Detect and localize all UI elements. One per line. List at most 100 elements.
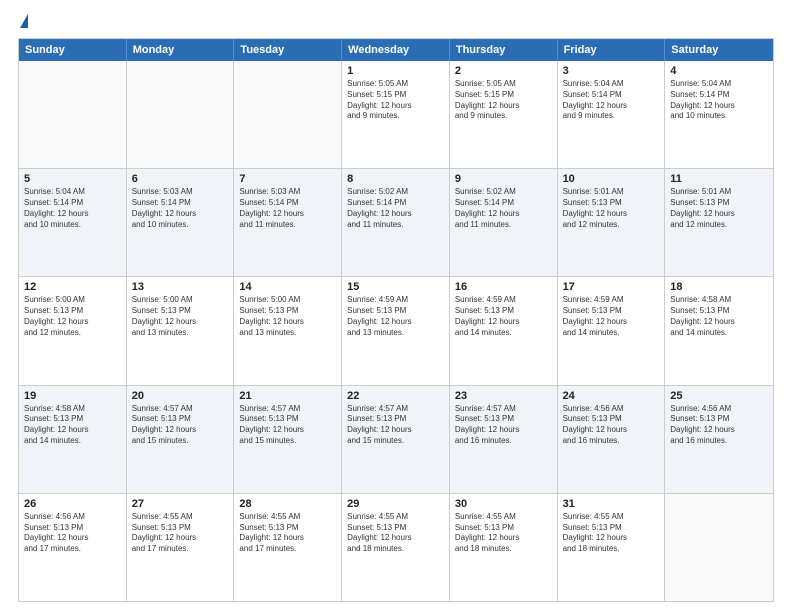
- cell-text: Sunrise: 4:55 AMSunset: 5:13 PMDaylight:…: [132, 512, 229, 555]
- day-number: 30: [455, 498, 552, 510]
- logo-triangle-icon: [20, 14, 28, 28]
- page: SundayMondayTuesdayWednesdayThursdayFrid…: [0, 0, 792, 612]
- calendar-header-cell: Thursday: [450, 39, 558, 61]
- calendar-header-cell: Friday: [558, 39, 666, 61]
- day-number: 23: [455, 390, 552, 402]
- day-number: 28: [239, 498, 336, 510]
- cell-text: Sunrise: 4:59 AMSunset: 5:13 PMDaylight:…: [563, 295, 660, 338]
- day-number: 24: [563, 390, 660, 402]
- cell-text: Sunrise: 4:56 AMSunset: 5:13 PMDaylight:…: [24, 512, 121, 555]
- logo: [18, 18, 28, 28]
- cell-text: Sunrise: 5:03 AMSunset: 5:14 PMDaylight:…: [132, 187, 229, 230]
- cell-text: Sunrise: 4:58 AMSunset: 5:13 PMDaylight:…: [24, 404, 121, 447]
- day-number: 16: [455, 281, 552, 293]
- day-number: 1: [347, 65, 444, 77]
- day-number: 7: [239, 173, 336, 185]
- calendar-header-cell: Saturday: [665, 39, 773, 61]
- cell-text: Sunrise: 5:04 AMSunset: 5:14 PMDaylight:…: [670, 79, 768, 122]
- calendar-cell: 27Sunrise: 4:55 AMSunset: 5:13 PMDayligh…: [127, 494, 235, 601]
- day-number: 25: [670, 390, 768, 402]
- calendar-cell: 20 Sunrise: 4:57 AMSunset: 5:13 PMDayligh…: [127, 386, 235, 493]
- cell-text: Sunrise: 5:05 AMSunset: 5:15 PMDaylight:…: [347, 79, 444, 122]
- day-number: 13: [132, 281, 229, 293]
- cell-text: Sunrise: 4:55 AMSunset: 5:13 PMDaylight:…: [239, 512, 336, 555]
- calendar-header-cell: Wednesday: [342, 39, 450, 61]
- calendar-cell: 23 Sunrise: 4:57 AMSunset: 5:13 PMDayligh…: [450, 386, 558, 493]
- cell-text: Sunrise: 5:00 AMSunset: 5:13 PMDaylight:…: [239, 295, 336, 338]
- calendar-cell: 26 Sunrise: 4:56 AMSunset: 5:13 PMDayligh…: [19, 494, 127, 601]
- cell-text: Sunrise: 4:59 AMSunset: 5:13 PMDaylight:…: [455, 295, 552, 338]
- day-number: 22: [347, 390, 444, 402]
- calendar-cell: 21Sunrise: 4:57 AMSunset: 5:13 PMDayligh…: [234, 386, 342, 493]
- calendar-cell: 3 Sunrise: 5:04 AMSunset: 5:14 PMDaylight…: [558, 61, 666, 168]
- calendar-row: 19 Sunrise: 4:58 AMSunset: 5:13 PMDayligh…: [19, 385, 773, 493]
- cell-text: Sunrise: 4:56 AMSunset: 5:13 PMDaylight:…: [670, 404, 768, 447]
- calendar-cell: 2Sunrise: 5:05 AMSunset: 5:15 PMDaylight…: [450, 61, 558, 168]
- calendar-cell: 8 Sunrise: 5:02 AMSunset: 5:14 PMDaylight…: [342, 169, 450, 276]
- cell-text: Sunrise: 4:56 AMSunset: 5:13 PMDaylight:…: [563, 404, 660, 447]
- day-number: 19: [24, 390, 121, 402]
- day-number: 11: [670, 173, 768, 185]
- calendar-cell: 11Sunrise: 5:01 AMSunset: 5:13 PMDayligh…: [665, 169, 773, 276]
- day-number: 15: [347, 281, 444, 293]
- cell-text: Sunrise: 4:57 AMSunset: 5:13 PMDaylight:…: [132, 404, 229, 447]
- day-number: 26: [24, 498, 121, 510]
- calendar-cell: 13 Sunrise: 5:00 AMSunset: 5:13 PMDayligh…: [127, 277, 235, 384]
- day-number: 21: [239, 390, 336, 402]
- cell-text: Sunrise: 4:57 AMSunset: 5:13 PMDaylight:…: [455, 404, 552, 447]
- day-number: 17: [563, 281, 660, 293]
- calendar-cell: 24 Sunrise: 4:56 AMSunset: 5:13 PMDayligh…: [558, 386, 666, 493]
- calendar-cell: [127, 61, 235, 168]
- day-number: 6: [132, 173, 229, 185]
- day-number: 4: [670, 65, 768, 77]
- calendar-cell: 25 Sunrise: 4:56 AMSunset: 5:13 PMDayligh…: [665, 386, 773, 493]
- header: [18, 18, 774, 28]
- cell-text: Sunrise: 4:58 AMSunset: 5:13 PMDaylight:…: [670, 295, 768, 338]
- calendar-cell: [665, 494, 773, 601]
- calendar-cell: 6 Sunrise: 5:03 AMSunset: 5:14 PMDaylight…: [127, 169, 235, 276]
- day-number: 18: [670, 281, 768, 293]
- calendar-body: 1 Sunrise: 5:05 AMSunset: 5:15 PMDaylight…: [19, 61, 773, 601]
- calendar-cell: 18 Sunrise: 4:58 AMSunset: 5:13 PMDayligh…: [665, 277, 773, 384]
- cell-text: Sunrise: 5:03 AMSunset: 5:14 PMDaylight:…: [239, 187, 336, 230]
- day-number: 5: [24, 173, 121, 185]
- cell-text: Sunrise: 5:02 AMSunset: 5:14 PMDaylight:…: [347, 187, 444, 230]
- calendar: SundayMondayTuesdayWednesdayThursdayFrid…: [18, 38, 774, 602]
- day-number: 3: [563, 65, 660, 77]
- cell-text: Sunrise: 5:04 AMSunset: 5:14 PMDaylight:…: [24, 187, 121, 230]
- cell-text: Sunrise: 4:55 AMSunset: 5:13 PMDaylight:…: [563, 512, 660, 555]
- calendar-cell: 16 Sunrise: 4:59 AMSunset: 5:13 PMDayligh…: [450, 277, 558, 384]
- cell-text: Sunrise: 5:04 AMSunset: 5:14 PMDaylight:…: [563, 79, 660, 122]
- calendar-cell: 31Sunrise: 4:55 AMSunset: 5:13 PMDayligh…: [558, 494, 666, 601]
- calendar-cell: 4 Sunrise: 5:04 AMSunset: 5:14 PMDaylight…: [665, 61, 773, 168]
- calendar-row: 5 Sunrise: 5:04 AMSunset: 5:14 PMDaylight…: [19, 168, 773, 276]
- calendar-row: 1 Sunrise: 5:05 AMSunset: 5:15 PMDaylight…: [19, 61, 773, 168]
- calendar-header-cell: Monday: [127, 39, 235, 61]
- calendar-cell: [19, 61, 127, 168]
- calendar-cell: 7 Sunrise: 5:03 AMSunset: 5:14 PMDaylight…: [234, 169, 342, 276]
- cell-text: Sunrise: 4:55 AMSunset: 5:13 PMDaylight:…: [347, 512, 444, 555]
- day-number: 9: [455, 173, 552, 185]
- calendar-cell: [234, 61, 342, 168]
- calendar-cell: 15 Sunrise: 4:59 AMSunset: 5:13 PMDayligh…: [342, 277, 450, 384]
- day-number: 8: [347, 173, 444, 185]
- calendar-header-cell: Sunday: [19, 39, 127, 61]
- calendar-cell: 30 Sunrise: 4:55 AMSunset: 5:13 PMDayligh…: [450, 494, 558, 601]
- calendar-header: SundayMondayTuesdayWednesdayThursdayFrid…: [19, 39, 773, 61]
- day-number: 20: [132, 390, 229, 402]
- calendar-cell: 17 Sunrise: 4:59 AMSunset: 5:13 PMDayligh…: [558, 277, 666, 384]
- day-number: 10: [563, 173, 660, 185]
- day-number: 12: [24, 281, 121, 293]
- calendar-header-cell: Tuesday: [234, 39, 342, 61]
- calendar-cell: 14Sunrise: 5:00 AMSunset: 5:13 PMDayligh…: [234, 277, 342, 384]
- cell-text: Sunrise: 5:00 AMSunset: 5:13 PMDaylight:…: [24, 295, 121, 338]
- calendar-cell: 22Sunrise: 4:57 AMSunset: 5:13 PMDayligh…: [342, 386, 450, 493]
- cell-text: Sunrise: 5:05 AMSunset: 5:15 PMDaylight:…: [455, 79, 552, 122]
- calendar-row: 26 Sunrise: 4:56 AMSunset: 5:13 PMDayligh…: [19, 493, 773, 601]
- cell-text: Sunrise: 4:59 AMSunset: 5:13 PMDaylight:…: [347, 295, 444, 338]
- cell-text: Sunrise: 4:55 AMSunset: 5:13 PMDaylight:…: [455, 512, 552, 555]
- cell-text: Sunrise: 5:00 AMSunset: 5:13 PMDaylight:…: [132, 295, 229, 338]
- cell-text: Sunrise: 5:01 AMSunset: 5:13 PMDaylight:…: [563, 187, 660, 230]
- calendar-cell: 1 Sunrise: 5:05 AMSunset: 5:15 PMDaylight…: [342, 61, 450, 168]
- calendar-row: 12 Sunrise: 5:00 AMSunset: 5:13 PMDayligh…: [19, 276, 773, 384]
